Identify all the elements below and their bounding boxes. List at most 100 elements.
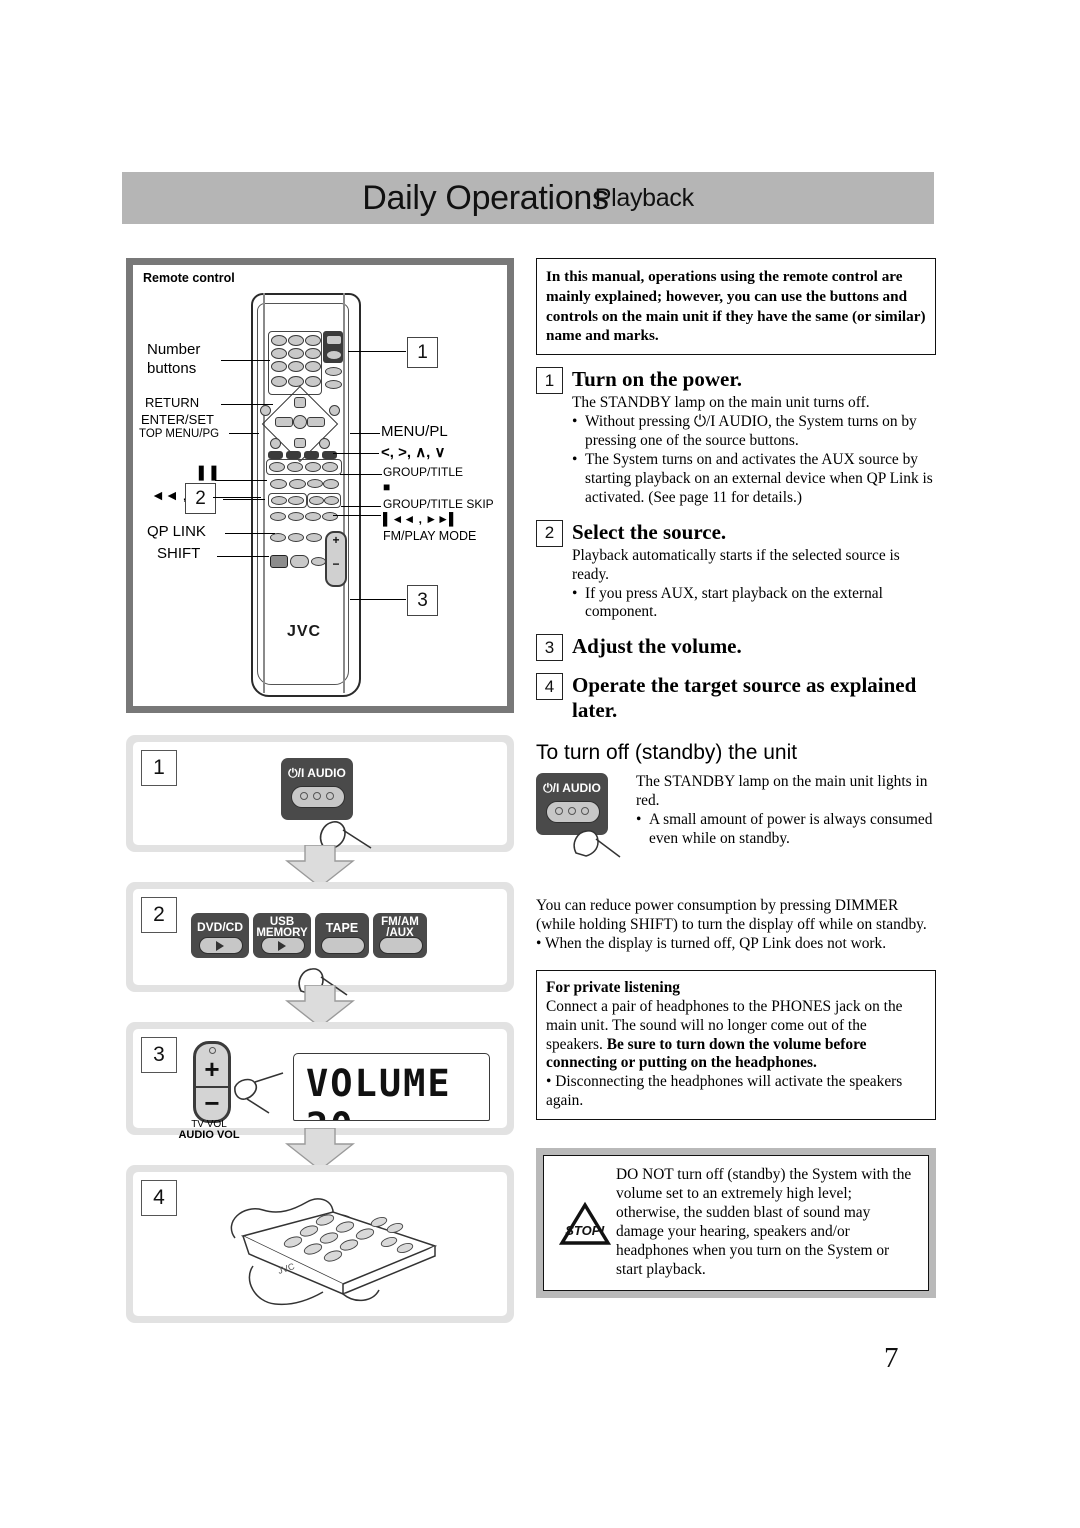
remote-body: + − JVC xyxy=(251,293,361,697)
step-2-bullet-1-text: If you press AUX, start playback on the … xyxy=(585,584,883,621)
step-4-title: Operate the target source as explained l… xyxy=(572,673,917,723)
number-key[interactable] xyxy=(271,361,287,372)
aux-round-button[interactable] xyxy=(319,438,330,449)
source-button-fm-am-aux-pill[interactable] xyxy=(379,937,423,954)
source-button[interactable] xyxy=(322,462,338,472)
misc-button[interactable] xyxy=(270,512,286,521)
callout-fm-play-mode: FM/PLAY MODE xyxy=(383,529,477,543)
number-key[interactable] xyxy=(288,361,304,372)
volume-rocker-control[interactable]: + − xyxy=(193,1041,231,1123)
instruction-step-1: 1 Turn on the power. xyxy=(536,367,936,394)
number-key[interactable] xyxy=(271,335,287,346)
callout-qp-link: QP LINK xyxy=(147,523,206,540)
rewind-button[interactable] xyxy=(271,496,287,505)
front-panel-display: VOLUME 20 xyxy=(293,1053,490,1121)
flow-arrow-1-2 xyxy=(126,845,514,888)
return-button[interactable] xyxy=(271,376,287,387)
misc-button[interactable] xyxy=(288,512,304,521)
skip-back-button[interactable] xyxy=(309,496,324,505)
number-key[interactable] xyxy=(271,348,287,359)
right-column: In this manual, operations using the rem… xyxy=(536,258,936,1298)
step-panel-4: 4 JVC xyxy=(126,1165,514,1323)
step-1-bullet-2-text: The System turns on and activates the AU… xyxy=(585,450,933,506)
step-panel-1: 1 ⏻/I AUDIO xyxy=(126,735,514,860)
misc-button[interactable] xyxy=(306,533,322,542)
source-button-dvd-cd[interactable]: DVD/CD xyxy=(191,913,249,958)
fastforward-button[interactable] xyxy=(288,496,304,505)
private-listening-text: Connect a pair of headphones to the PHON… xyxy=(546,998,926,1074)
step-1-body: The STANDBY lamp on the main unit turns … xyxy=(572,394,870,411)
stop-button[interactable] xyxy=(289,479,306,489)
number-key[interactable] xyxy=(288,376,304,387)
source-button-fm-am-aux[interactable]: FM/AM /AUX xyxy=(373,913,427,958)
group-title-button[interactable] xyxy=(323,479,339,489)
qp-link-button[interactable] xyxy=(288,533,304,542)
power-button[interactable] xyxy=(326,335,342,345)
skip-fwd-button[interactable] xyxy=(324,496,339,505)
source-button[interactable] xyxy=(269,462,285,472)
step-2-number: 2 xyxy=(536,519,563,547)
remote-control-figure: Remote control + − JVC Number buttons RE… xyxy=(126,258,514,713)
number-key[interactable] xyxy=(288,348,304,359)
number-key[interactable] xyxy=(305,361,321,372)
pointing-hand-icon xyxy=(573,830,621,858)
instruction-step-2: 2 Select the source. xyxy=(536,519,936,547)
play-triangle-icon xyxy=(278,941,286,951)
instruction-step-4: 4 Operate the target source as explained… xyxy=(536,673,936,723)
number-key[interactable] xyxy=(305,348,321,359)
source-button[interactable] xyxy=(305,462,321,472)
power-audio-label: ⏻/I AUDIO xyxy=(288,766,346,780)
play-button[interactable] xyxy=(307,479,323,488)
source-row-block xyxy=(268,451,283,459)
step-1-bullet-1: • Without pressing ⏻/I AUDIO, the System… xyxy=(572,413,936,451)
side-button[interactable] xyxy=(325,380,342,389)
aux-round-button[interactable] xyxy=(270,438,281,449)
callout-enter-set: ENTER/SET xyxy=(141,412,214,427)
flow-arrow-3-4 xyxy=(126,1128,514,1171)
top-menu-pg-button[interactable] xyxy=(260,405,271,416)
callout-group-title: GROUP/TITLE xyxy=(383,465,464,479)
up-button[interactable] xyxy=(294,397,306,408)
leader-line xyxy=(340,474,382,476)
source-button[interactable] xyxy=(287,462,303,472)
number-key[interactable] xyxy=(288,335,304,346)
callout-group-title-skip: GROUP/TITLE SKIP xyxy=(383,497,494,511)
left-button[interactable] xyxy=(275,417,293,427)
number-key[interactable] xyxy=(305,376,321,387)
down-button[interactable] xyxy=(294,438,306,448)
pointing-hand-icon xyxy=(234,1072,284,1114)
page-title: Daily Operations Playback xyxy=(122,172,934,224)
standby-button[interactable] xyxy=(326,350,342,360)
enter-set-button[interactable] xyxy=(293,415,307,429)
step-1-number: 1 xyxy=(536,367,563,394)
number-key[interactable] xyxy=(305,335,321,346)
page-header-bar: Daily Operations Playback xyxy=(122,172,934,224)
fm-play-mode-button[interactable] xyxy=(305,512,321,521)
standby-bullet-1: • A small amount of power is always cons… xyxy=(636,811,936,849)
standby-bullet-1-text: A small amount of power is always consum… xyxy=(649,810,933,847)
figure-marker-2: 2 xyxy=(185,483,216,514)
manual-page: Daily OperationsPlayback Remote control xyxy=(0,0,1080,1528)
pause-button[interactable] xyxy=(270,479,287,489)
misc-button[interactable] xyxy=(322,512,338,521)
leader-line xyxy=(221,360,270,362)
page-number: 7 xyxy=(884,1342,899,1374)
callout-shift: SHIFT xyxy=(157,545,201,562)
menu-pl-button[interactable] xyxy=(329,405,340,416)
callout-return: RETURN xyxy=(145,395,200,410)
indicator-dot xyxy=(299,792,308,800)
remote-figure-inner: Remote control + − JVC Number buttons RE… xyxy=(133,265,507,706)
indicator-dot xyxy=(581,806,590,815)
step-panel-4-number: 4 xyxy=(141,1180,177,1216)
side-button[interactable] xyxy=(325,367,342,376)
right-button[interactable] xyxy=(307,417,325,427)
leader-line xyxy=(215,480,267,482)
misc-button[interactable] xyxy=(311,557,326,566)
step-panel-3-inner: 3 + − TV VOL AUDIO VOL VOLUME 20 xyxy=(133,1029,507,1141)
remote-volume-rocker[interactable]: + − xyxy=(325,531,347,587)
standby-text-block: The STANDBY lamp on the main unit lights… xyxy=(636,773,936,869)
instruction-step-3: 3 Adjust the volume. xyxy=(536,634,936,662)
shift-button[interactable] xyxy=(270,555,288,568)
misc-button[interactable] xyxy=(290,555,309,568)
step-2-title: Select the source. xyxy=(572,519,727,544)
